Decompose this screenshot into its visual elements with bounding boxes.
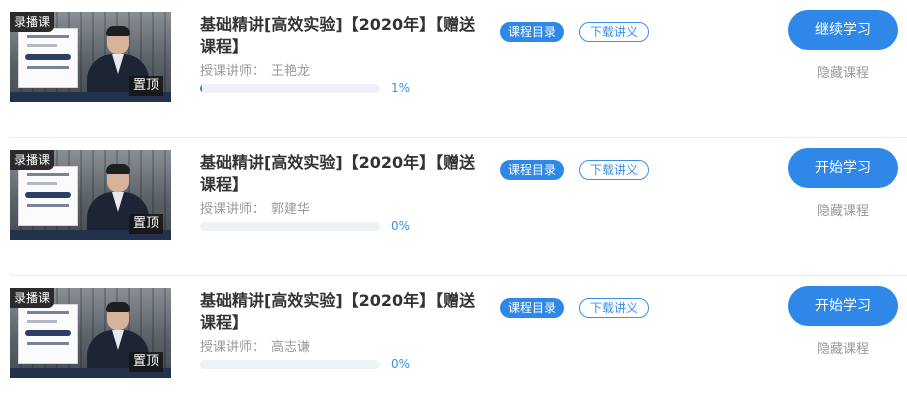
download-notes-button[interactable]: 下载讲义 [579,22,650,42]
pin-to-top-badge[interactable]: 置顶 [128,352,163,372]
course-row: 录播课 置顶 基础精讲[高效实验]【2020年】【赠送课程】 授课讲师： 郭建华 … [0,138,907,276]
course-thumbnail[interactable]: 录播课 置顶 [10,150,171,240]
progress-bar [200,360,380,369]
course-cover-card [18,166,78,226]
course-title[interactable]: 基础精讲[高效实验]【2020年】【赠送课程】 [200,14,490,58]
teacher-name: 郭建华 [271,202,311,217]
course-title[interactable]: 基础精讲[高效实验]【2020年】【赠送课程】 [200,152,490,196]
course-thumbnail[interactable]: 录播课 置顶 [10,288,171,378]
teacher-label: 授课讲师： [200,340,266,355]
hide-course-link[interactable]: 隐藏课程 [788,62,898,81]
recorded-course-tag: 录播课 [10,12,55,32]
course-catalog-button[interactable]: 课程目录 [500,298,565,318]
course-row: 录播课 置顶 基础精讲[高效实验]【2020年】【赠送课程】 授课讲师： 高志谦 … [0,276,907,414]
course-cover-card [18,304,78,364]
download-notes-button[interactable]: 下载讲义 [579,160,650,180]
course-row: 录播课 置顶 基础精讲[高效实验]【2020年】【赠送课程】 授课讲师： 王艳龙 … [0,0,907,138]
progress-fill [200,84,202,93]
progress-percent: 0% [391,357,411,371]
teacher-label: 授课讲师： [200,64,266,79]
recorded-course-tag: 录播课 [10,150,55,170]
teacher-line: 授课讲师： 王艳龙 [200,60,310,79]
course-thumbnail[interactable]: 录播课 置顶 [10,12,171,102]
teacher-label: 授课讲师： [200,202,266,217]
hide-course-link[interactable]: 隐藏课程 [788,338,898,357]
progress-percent: 0% [391,219,411,233]
teacher-line: 授课讲师： 郭建华 [200,198,310,217]
progress-bar [200,222,380,231]
start-study-button[interactable]: 开始学习 [788,286,898,326]
course-catalog-button[interactable]: 课程目录 [500,22,565,42]
teacher-name: 王艳龙 [271,64,311,79]
course-list: 录播课 置顶 基础精讲[高效实验]【2020年】【赠送课程】 授课讲师： 王艳龙 … [0,0,907,404]
teacher-name: 高志谦 [271,340,311,355]
download-notes-button[interactable]: 下载讲义 [579,298,650,318]
pin-to-top-badge[interactable]: 置顶 [128,214,163,234]
recorded-course-tag: 录播课 [10,288,55,308]
pin-to-top-badge[interactable]: 置顶 [128,76,163,96]
hide-course-link[interactable]: 隐藏课程 [788,200,898,219]
course-title[interactable]: 基础精讲[高效实验]【2020年】【赠送课程】 [200,290,490,334]
progress-percent: 1% [391,81,411,95]
teacher-line: 授课讲师： 高志谦 [200,336,310,355]
course-catalog-button[interactable]: 课程目录 [500,160,565,180]
progress-bar [200,84,380,93]
course-cover-card [18,28,78,88]
continue-study-button[interactable]: 继续学习 [788,10,898,50]
start-study-button[interactable]: 开始学习 [788,148,898,188]
